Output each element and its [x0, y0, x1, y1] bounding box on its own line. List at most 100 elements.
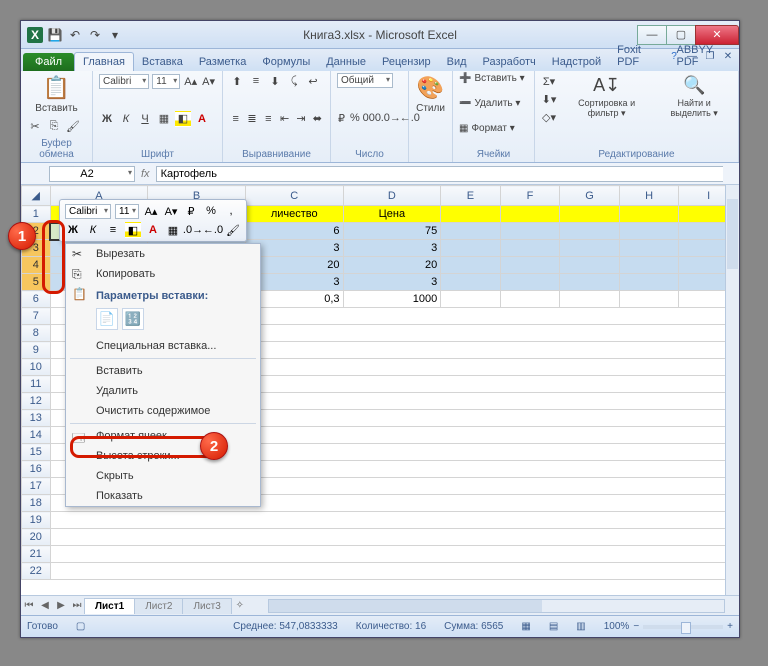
- row-header[interactable]: 12: [22, 393, 51, 410]
- col-header[interactable]: E: [441, 186, 501, 206]
- bold-icon[interactable]: Ж: [99, 111, 115, 127]
- inc-decimal-icon[interactable]: .0→: [383, 110, 399, 126]
- sort-filter-button[interactable]: A↧Сортировка и фильтр ▾: [563, 73, 650, 121]
- view-pagebreak-icon[interactable]: ▥: [576, 621, 585, 632]
- ctx-hide[interactable]: Скрыть: [66, 466, 260, 486]
- qat-more-icon[interactable]: ▾: [107, 27, 123, 43]
- tab-addins[interactable]: Надстрой: [544, 53, 609, 71]
- save-icon[interactable]: 💾: [47, 27, 63, 43]
- ctx-copy[interactable]: ⎘Копировать: [66, 264, 260, 284]
- fill-color-icon[interactable]: ◧: [175, 111, 191, 127]
- align-bottom-icon[interactable]: ⬇: [267, 73, 283, 89]
- currency-icon[interactable]: ₽: [337, 110, 346, 126]
- ctx-cut[interactable]: ✂Вырезать: [66, 244, 260, 264]
- italic-icon[interactable]: К: [118, 111, 134, 127]
- row-header[interactable]: 6: [22, 291, 51, 308]
- formula-input[interactable]: Картофель: [156, 166, 723, 182]
- ctx-insert[interactable]: Вставить: [66, 361, 260, 381]
- mini-border-icon[interactable]: ▦: [165, 222, 181, 238]
- row-header[interactable]: 21: [22, 546, 51, 563]
- row-header[interactable]: 13: [22, 410, 51, 427]
- orientation-icon[interactable]: ⤹: [286, 73, 302, 89]
- tab-view[interactable]: Вид: [439, 53, 475, 71]
- tab-developer[interactable]: Разработч: [475, 53, 544, 71]
- ctx-show[interactable]: Показать: [66, 486, 260, 506]
- tab-home[interactable]: Главная: [74, 52, 134, 71]
- zoom-control[interactable]: 100% − +: [604, 621, 733, 632]
- zoom-slider[interactable]: [643, 625, 723, 629]
- view-layout-icon[interactable]: ▤: [549, 621, 558, 632]
- redo-icon[interactable]: ↷: [87, 27, 103, 43]
- col-header[interactable]: D: [343, 186, 441, 206]
- tab-nav-last-icon[interactable]: ⏭: [69, 600, 85, 611]
- mini-inc-decimal-icon[interactable]: .0→: [185, 222, 201, 238]
- row-header[interactable]: 18: [22, 495, 51, 512]
- clear-icon[interactable]: ◇▾: [541, 109, 557, 125]
- row-header[interactable]: 10: [22, 359, 51, 376]
- find-select-button[interactable]: 🔍Найти и выделить ▾: [656, 73, 732, 121]
- font-size-combo[interactable]: 11: [152, 74, 180, 89]
- tab-layout[interactable]: Разметка: [191, 53, 255, 71]
- row-header[interactable]: 14: [22, 427, 51, 444]
- paste-opt-default[interactable]: 📄: [96, 308, 118, 330]
- cut-icon[interactable]: ✂: [27, 119, 43, 135]
- col-header[interactable]: F: [500, 186, 560, 206]
- mini-currency-icon[interactable]: ₽: [183, 203, 199, 219]
- fx-icon[interactable]: fx: [141, 168, 150, 180]
- cells-insert[interactable]: ➕ Вставить ▾: [459, 73, 528, 84]
- styles-button[interactable]: 🎨 Стили: [415, 73, 446, 116]
- row-header[interactable]: 1: [22, 206, 51, 223]
- autosum-icon[interactable]: Σ▾: [541, 73, 557, 89]
- align-center-icon[interactable]: ≣: [245, 111, 258, 127]
- mini-shrink-font-icon[interactable]: A▾: [163, 203, 179, 219]
- paste-button[interactable]: 📋 Вставить: [27, 73, 86, 116]
- shrink-font-icon[interactable]: A▾: [201, 73, 216, 89]
- row-header[interactable]: 19: [22, 512, 51, 529]
- indent-inc-icon[interactable]: ⇥: [294, 111, 307, 127]
- grow-font-icon[interactable]: A▴: [183, 73, 198, 89]
- help-icon[interactable]: ?: [667, 51, 681, 62]
- align-left-icon[interactable]: ≡: [229, 111, 242, 127]
- zoom-out-icon[interactable]: −: [633, 621, 639, 632]
- tab-review[interactable]: Рецензир: [374, 53, 439, 71]
- mini-dec-decimal-icon[interactable]: ←.0: [205, 222, 221, 238]
- number-format-combo[interactable]: Общий: [337, 73, 393, 88]
- underline-icon[interactable]: Ч: [137, 111, 153, 127]
- ctx-clear[interactable]: Очистить содержимое: [66, 401, 260, 421]
- font-color-icon[interactable]: A: [194, 111, 210, 127]
- row-header[interactable]: 16: [22, 461, 51, 478]
- new-sheet-icon[interactable]: ✧: [232, 600, 248, 611]
- tab-nav-next-icon[interactable]: ▶: [53, 600, 69, 611]
- sheet-tab[interactable]: Лист1: [84, 598, 135, 614]
- copy-icon[interactable]: ⎘: [46, 119, 62, 135]
- mini-percent-icon[interactable]: %: [203, 203, 219, 219]
- align-top-icon[interactable]: ⬆: [229, 73, 245, 89]
- tab-data[interactable]: Данные: [318, 53, 374, 71]
- tab-nav-prev-icon[interactable]: ◀: [37, 600, 53, 611]
- indent-dec-icon[interactable]: ⇤: [278, 111, 291, 127]
- format-painter-icon[interactable]: 🖌: [65, 119, 81, 135]
- ctx-delete[interactable]: Удалить: [66, 381, 260, 401]
- row-header[interactable]: 9: [22, 342, 51, 359]
- doc-close-icon[interactable]: ✕: [721, 51, 735, 62]
- tab-foxit[interactable]: Foxit PDF: [609, 41, 668, 71]
- mini-italic-icon[interactable]: К: [85, 222, 101, 238]
- mini-format-painter-icon[interactable]: 🖌: [225, 222, 241, 238]
- cells-format[interactable]: ▦ Формат ▾: [459, 123, 528, 134]
- row-header[interactable]: 15: [22, 444, 51, 461]
- cells-delete[interactable]: ➖ Удалить ▾: [459, 98, 528, 109]
- row-header[interactable]: 17: [22, 478, 51, 495]
- comma-icon[interactable]: 000: [364, 110, 380, 126]
- mini-font-color-icon[interactable]: A: [145, 222, 161, 238]
- tab-formulas[interactable]: Формулы: [254, 53, 318, 71]
- macro-record-icon[interactable]: ▢: [76, 621, 85, 632]
- view-normal-icon[interactable]: ▦: [521, 621, 530, 632]
- horizontal-scrollbar[interactable]: [268, 599, 725, 613]
- paste-opt-values[interactable]: 🔢: [122, 308, 144, 330]
- mini-fill-icon[interactable]: ◧: [125, 222, 141, 238]
- file-tab[interactable]: Файл: [23, 53, 74, 71]
- ctx-paste-special[interactable]: Специальная вставка...: [66, 336, 260, 356]
- sheet-tab[interactable]: Лист3: [182, 598, 231, 614]
- col-header[interactable]: C: [245, 186, 343, 206]
- row-header[interactable]: 11: [22, 376, 51, 393]
